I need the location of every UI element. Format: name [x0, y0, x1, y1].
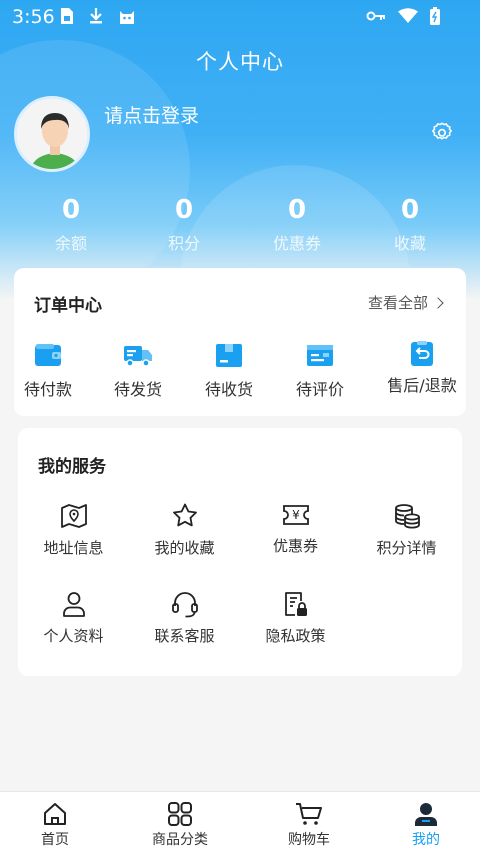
review-icon	[307, 345, 333, 366]
tab-home[interactable]: 首页	[0, 802, 115, 849]
order-item-label: 待付款	[23, 380, 72, 399]
tab-profile[interactable]: 我的	[366, 802, 480, 849]
home-icon	[44, 803, 66, 825]
refund-icon	[411, 341, 433, 366]
status-time: 3:56	[12, 6, 55, 28]
user-icon	[62, 592, 85, 617]
stat-value: 0	[174, 195, 194, 225]
view-all-label: 查看全部	[367, 294, 428, 312]
order-pending-review[interactable]: 待评价	[275, 340, 365, 400]
my-services-title: 我的服务	[38, 457, 106, 477]
service-address[interactable]: 地址信息	[18, 502, 129, 558]
battery-icon	[430, 7, 440, 25]
tab-label: 商品分类	[152, 832, 208, 848]
vpn-key-icon	[366, 11, 385, 21]
category-icon	[168, 802, 192, 826]
service-favorites[interactable]: 我的收藏	[129, 502, 240, 558]
service-customer-support[interactable]: 联系客服	[129, 590, 240, 646]
page-title: 个人中心	[196, 50, 284, 74]
service-label: 我的收藏	[154, 539, 215, 557]
order-item-label: 待评价	[295, 380, 344, 399]
tab-label: 购物车	[288, 832, 330, 848]
account-stats: 0 余额 0 积分 0 优惠券 0 收藏	[0, 192, 480, 254]
coupon-icon: ¥	[282, 505, 309, 525]
truck-icon	[124, 346, 152, 367]
wifi-icon	[398, 8, 418, 23]
wallet-icon	[35, 344, 61, 366]
service-label: 个人资料	[43, 627, 104, 645]
view-all-orders-link[interactable]: 查看全部	[367, 292, 444, 313]
order-item-label: 售后/退款	[387, 376, 457, 395]
order-after-sales-refund[interactable]: 售后/退款	[377, 340, 467, 396]
service-label: 联系客服	[154, 627, 215, 645]
stat-value: 0	[400, 195, 420, 225]
stat-balance[interactable]: 0 余额	[11, 192, 131, 254]
tab-categories[interactable]: 商品分类	[120, 802, 240, 849]
tab-label: 首页	[41, 832, 69, 848]
login-prompt[interactable]: 请点击登录	[104, 101, 199, 128]
tab-label: 我的	[412, 832, 440, 848]
coins-icon	[394, 504, 420, 529]
stat-label: 优惠券	[272, 234, 321, 253]
settings-gear-icon[interactable]	[430, 120, 454, 144]
tab-cart[interactable]: 购物车	[249, 802, 369, 849]
star-icon	[172, 503, 197, 527]
service-label: 地址信息	[43, 539, 104, 557]
map-icon	[60, 504, 87, 528]
service-points-detail[interactable]: 积分详情	[351, 502, 462, 558]
svg-text:¥: ¥	[292, 508, 300, 522]
sim-card-icon	[61, 8, 73, 24]
service-coupons[interactable]: ¥ 优惠券	[240, 502, 351, 556]
order-center-title: 订单中心	[34, 296, 102, 316]
download-icon	[90, 8, 102, 24]
status-bar: 3:56	[0, 0, 480, 34]
order-center-card: 订单中心 查看全部 待付款 待发货 待收货 待评价 售后/退款	[14, 268, 466, 416]
order-item-label: 待收货	[204, 380, 253, 399]
service-label: 优惠券	[272, 537, 318, 555]
stat-points[interactable]: 0 积分	[124, 192, 244, 254]
order-pending-payment[interactable]: 待付款	[3, 340, 93, 400]
headset-icon	[171, 592, 198, 618]
chevron-right-icon	[432, 297, 444, 309]
order-item-label: 待发货	[113, 380, 162, 399]
cart-icon	[296, 803, 322, 825]
stat-value: 0	[61, 195, 81, 225]
order-pending-receipt[interactable]: 待收货	[184, 340, 274, 400]
service-label: 积分详情	[376, 539, 437, 557]
stat-label: 积分	[167, 234, 200, 253]
box-icon	[216, 344, 242, 367]
stat-coupons[interactable]: 0 优惠券	[237, 192, 357, 254]
stat-label: 收藏	[393, 234, 426, 253]
service-privacy-policy[interactable]: 隐私政策	[240, 590, 351, 646]
stat-label: 余额	[54, 234, 87, 253]
privacy-doc-icon	[284, 592, 307, 616]
stat-favorites[interactable]: 0 收藏	[350, 192, 470, 254]
order-pending-shipment[interactable]: 待发货	[93, 340, 183, 400]
decor-circle	[0, 40, 190, 300]
avatar[interactable]	[14, 96, 90, 172]
profile-icon	[415, 803, 437, 826]
cat-app-icon	[120, 11, 134, 24]
service-label: 隐私政策	[265, 627, 326, 645]
my-services-card: 我的服务 地址信息 我的收藏 ¥ 优惠券 积分详情 个人资料 联系客服 隐私政策	[18, 428, 462, 676]
stat-value: 0	[287, 195, 307, 225]
service-profile[interactable]: 个人资料	[18, 590, 129, 646]
bottom-tab-bar: 首页 商品分类 购物车 我的	[0, 791, 480, 853]
